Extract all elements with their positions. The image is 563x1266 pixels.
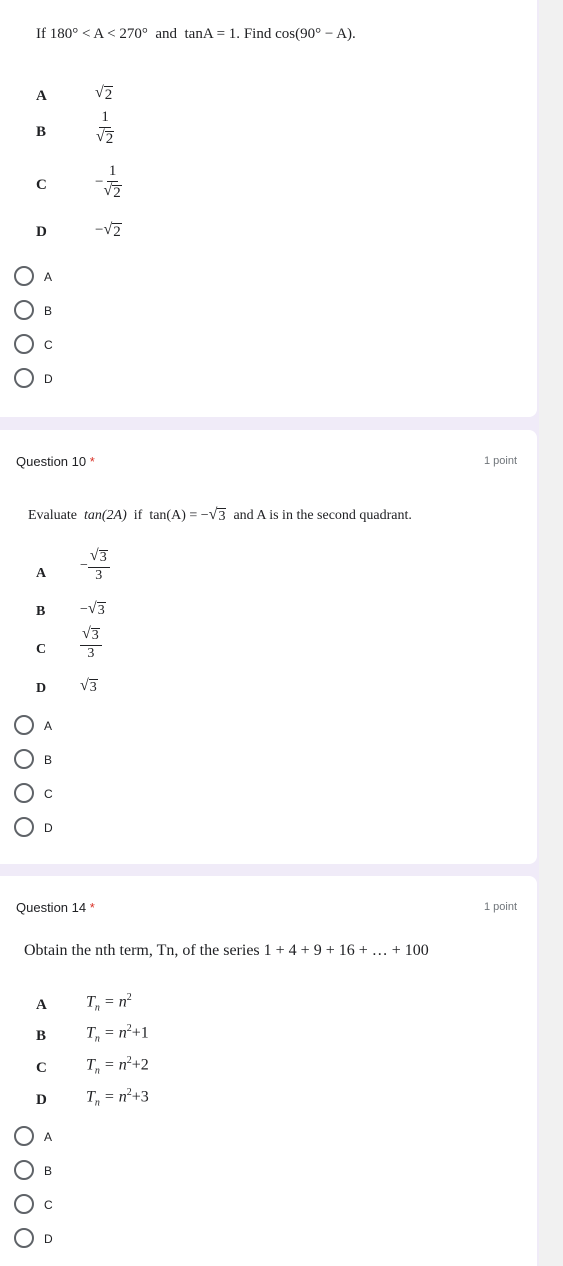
radio-option-b[interactable] [14,300,34,320]
radio-label-c: C [44,338,53,352]
option-letter-d: D [36,681,47,696]
option-value-b: Tn = n2+1 [86,1023,149,1045]
radio-option-a[interactable] [14,715,34,735]
option-value-b: − √ 3 [80,600,106,618]
radio-label-c: C [44,787,53,801]
option-letter-d: D [36,1092,47,1108]
radio-option-b[interactable] [14,749,34,769]
option-letter-b: B [36,604,46,619]
points-label: 1 point [483,455,517,467]
question-prompt: Obtain the nth term, Tn, of the series 1… [24,942,429,959]
option-value-d: Tn = n2+3 [86,1087,149,1109]
radio-option-c[interactable] [14,1194,34,1214]
radio-option-d[interactable] [14,1228,34,1248]
radio-option-d[interactable] [14,817,34,837]
required-marker: * [89,900,95,915]
option-value-d: − √ 2 [95,221,122,240]
radio-label-c: C [44,1198,53,1212]
radio-label-d: D [44,821,53,835]
question-prompt: If 180° < A < 270° and tanA = 1. Find co… [36,26,356,42]
option-letter-b: B [36,124,47,140]
radio-label-d: D [44,372,53,386]
option-value-b: 1 √ 2 [96,109,115,147]
required-marker: * [89,454,95,469]
option-letter-b: B [36,1028,47,1044]
radio-label-b: B [44,304,53,318]
question-title: Question 10 * [16,454,95,469]
option-letter-c: C [36,177,47,193]
question-card-10: Question 10 * 1 point Evaluate tan(2A) i… [0,430,537,864]
radio-label-a: A [44,1130,53,1144]
question-card-14: Question 14 * 1 point Obtain the nth ter… [0,876,537,1266]
question-card-9: If 180° < A < 270° and tanA = 1. Find co… [0,0,537,417]
option-value-c: −1 √ 2 [95,163,122,201]
radio-label-a: A [44,270,53,284]
radio-label-b: B [44,1164,53,1178]
option-value-c: √ 3 3 [80,625,102,661]
option-letter-c: C [36,642,47,657]
radio-option-c[interactable] [14,334,34,354]
option-value-a: √ 2 [95,84,114,103]
option-letter-a: A [36,566,47,581]
radio-option-c[interactable] [14,783,34,803]
scrollbar[interactable] [539,0,563,1266]
radio-label-d: D [44,1232,53,1246]
radio-label-b: B [44,753,53,767]
option-value-a: − √ 3 3 [80,547,110,583]
radio-label-a: A [44,719,53,733]
option-letter-a: A [36,997,47,1013]
option-letter-c: C [36,1060,47,1076]
radio-option-a[interactable] [14,1126,34,1146]
radio-option-a[interactable] [14,266,34,286]
question-prompt: Evaluate tan(2A) if tan(A) = − √ 3 and A i… [28,506,412,524]
option-value-a: Tn = n2 [86,992,132,1014]
radio-option-d[interactable] [14,368,34,388]
option-letter-d: D [36,224,47,240]
option-value-d: √ 3 [80,677,98,695]
option-value-c: Tn = n2+2 [86,1055,149,1077]
question-title: Question 14 * [16,900,95,915]
points-label: 1 point [483,901,517,913]
option-letter-a: A [36,88,47,104]
radio-option-b[interactable] [14,1160,34,1180]
